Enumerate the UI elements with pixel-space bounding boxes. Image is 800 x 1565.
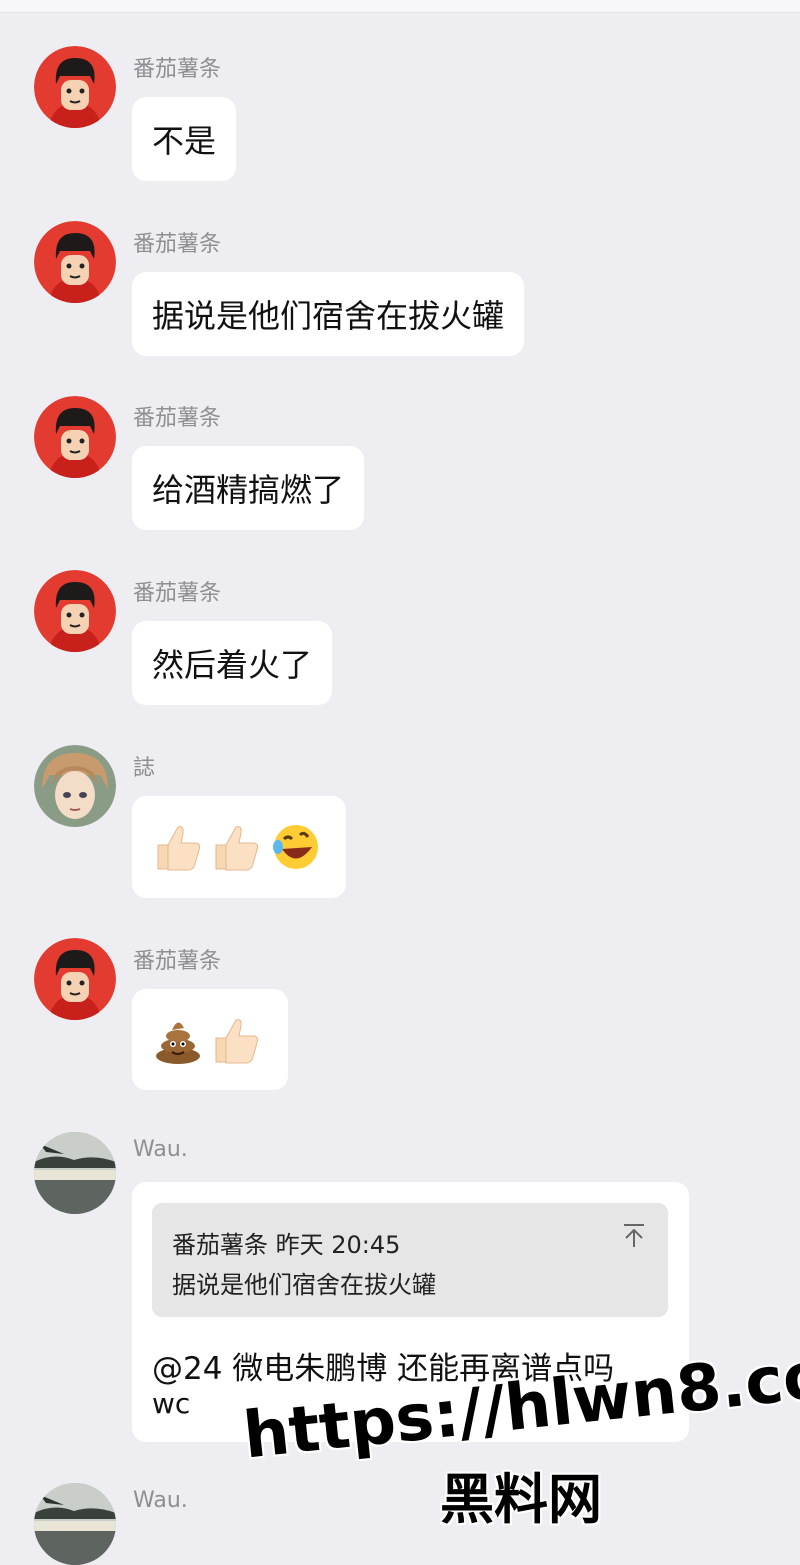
watermark-site-name: 黑料网 (440, 1468, 602, 1531)
avatar-tomato-fries[interactable] (34, 221, 116, 303)
avatar-landscape[interactable] (34, 1483, 116, 1565)
avatar-tomato-fries[interactable] (34, 938, 116, 1020)
message-text: 然后着火了 (152, 646, 313, 684)
sender-name: 番茄薯条 (133, 57, 222, 82)
thumbs-up-icon (210, 1014, 262, 1066)
jump-to-top-icon[interactable] (622, 1223, 646, 1249)
poop-icon (152, 1014, 204, 1066)
sender-name: 番茄薯条 (133, 406, 222, 431)
message-bubble[interactable]: 然后着火了 (132, 621, 333, 705)
top-bar (0, 0, 800, 13)
message-bubble[interactable]: 给酒精搞燃了 (132, 446, 365, 530)
quote-header: 番茄薯条 昨天 20:45 (172, 1231, 401, 1259)
avatar-anime-boy[interactable] (34, 745, 116, 827)
avatar-tomato-fries[interactable] (34, 46, 116, 128)
avatar-landscape[interactable] (34, 1132, 116, 1214)
message-bubble[interactable]: 不是 (132, 97, 237, 181)
message-text: 不是 (152, 122, 217, 160)
sender-name: Wau. (133, 1488, 188, 1513)
sender-name: 番茄薯条 (133, 232, 222, 257)
laughing-tears-icon (268, 821, 320, 873)
avatar-tomato-fries[interactable] (34, 570, 116, 652)
message-text: 给酒精搞燃了 (152, 471, 345, 509)
thumbs-up-icon (152, 821, 204, 873)
avatar-tomato-fries[interactable] (34, 396, 116, 478)
quote-text: 据说是他们宿舍在拔火罐 (172, 1271, 436, 1299)
quoted-message[interactable]: 番茄薯条 昨天 20:45 据说是他们宿舍在拔火罐 (152, 1203, 668, 1317)
message-bubble[interactable] (132, 796, 346, 898)
reply-text-line: wc (152, 1387, 191, 1420)
message-bubble[interactable]: 据说是他们宿舍在拔火罐 (132, 272, 525, 356)
message-text: 据说是他们宿舍在拔火罐 (152, 297, 505, 335)
thumbs-up-icon (210, 821, 262, 873)
message-bubble[interactable] (132, 989, 288, 1090)
sender-name: 誌 (133, 756, 156, 781)
sender-name: Wau. (133, 1137, 188, 1162)
sender-name: 番茄薯条 (133, 949, 222, 974)
sender-name: 番茄薯条 (133, 581, 222, 606)
